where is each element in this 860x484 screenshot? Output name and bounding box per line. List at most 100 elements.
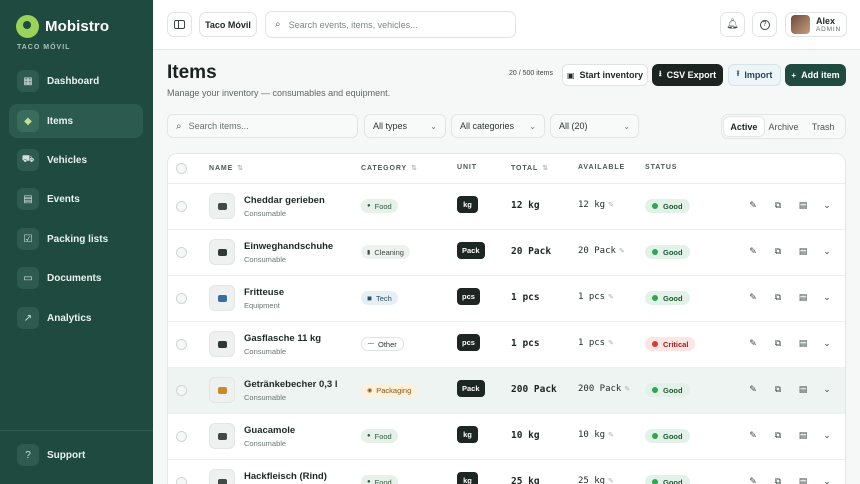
- duplicate-icon[interactable]: ⧉: [772, 337, 784, 349]
- row-checkbox[interactable]: [176, 247, 187, 258]
- column-category[interactable]: CATEGORY ⇅: [361, 164, 418, 172]
- brand[interactable]: Mobistro: [16, 15, 109, 38]
- csv-export-button[interactable]: ⭳ CSV Export: [652, 64, 723, 86]
- available-value[interactable]: 1 pcs ✎: [578, 338, 614, 348]
- status-label: Good: [663, 477, 683, 484]
- item-name[interactable]: Getränkebecher 0,3 l: [244, 379, 337, 390]
- item-thumbnail: [209, 331, 235, 357]
- edit-icon[interactable]: ✎: [747, 429, 759, 441]
- status-badge: Good: [645, 199, 690, 213]
- row-checkbox[interactable]: [176, 385, 187, 396]
- user-menu[interactable]: Alex ADMIN: [785, 12, 847, 37]
- chevron-down-icon[interactable]: ⌄: [821, 245, 833, 257]
- row-checkbox[interactable]: [176, 477, 187, 484]
- chevron-down-icon[interactable]: ⌄: [821, 199, 833, 211]
- chevron-down-icon[interactable]: ⌄: [821, 383, 833, 395]
- row-checkbox[interactable]: [176, 431, 187, 442]
- category-icon: ◼: [367, 295, 372, 302]
- notifications-button[interactable]: 🔔︎: [720, 12, 745, 37]
- table-row[interactable]: Einweghandschuhe Consumable ▮ Cleaning P…: [168, 230, 845, 276]
- archive-icon[interactable]: ▤: [797, 475, 809, 484]
- available-value[interactable]: 1 pcs ✎: [578, 292, 614, 302]
- archive-icon[interactable]: ▤: [797, 199, 809, 211]
- archive-icon[interactable]: ▤: [797, 429, 809, 441]
- category-badge: ▮ Cleaning: [361, 245, 410, 259]
- archive-icon[interactable]: ▤: [797, 383, 809, 395]
- table-row[interactable]: Gasflasche 11 kg Consumable — Other pcs …: [168, 322, 845, 368]
- sidebar-item-vehicles[interactable]: ⛟ Vehicles: [9, 143, 143, 177]
- sidebar-item-items[interactable]: ◆ Items: [9, 104, 143, 138]
- archive-icon[interactable]: ▤: [797, 337, 809, 349]
- status-dot-icon: [652, 479, 658, 484]
- edit-icon[interactable]: ✎: [747, 245, 759, 257]
- unit-badge: pcs: [457, 334, 480, 351]
- chevron-down-icon[interactable]: ⌄: [821, 429, 833, 441]
- items-table: NAME ⇅ CATEGORY ⇅ UNIT TOTAL ⇅ AVAILABLE ST…: [167, 153, 846, 484]
- item-name[interactable]: Gasflasche 11 kg: [244, 333, 321, 344]
- archive-icon[interactable]: ▤: [797, 245, 809, 257]
- duplicate-icon[interactable]: ⧉: [772, 383, 784, 395]
- edit-icon[interactable]: ✎: [747, 337, 759, 349]
- table-row[interactable]: Guacamole Consumable ● Food kg 10 kg 10 …: [168, 414, 845, 460]
- help-button[interactable]: ?: [752, 12, 777, 37]
- select-all-checkbox[interactable]: [176, 163, 187, 174]
- edit-icon[interactable]: ✎: [747, 291, 759, 303]
- row-checkbox[interactable]: [176, 293, 187, 304]
- table-row[interactable]: Hackfleisch (Rind) Consumable ● Food kg …: [168, 460, 845, 484]
- category-filter-select[interactable]: All categories ⌄: [451, 114, 545, 138]
- global-search-input[interactable]: ⌕ Search events, items, vehicles...: [265, 11, 516, 38]
- available-value[interactable]: 12 kg ✎: [578, 200, 614, 210]
- start-inventory-label: Start inventory: [579, 70, 644, 80]
- sidebar-item-packing-lists[interactable]: ☑ Packing lists: [9, 222, 143, 256]
- column-total[interactable]: TOTAL ⇅: [511, 164, 549, 172]
- edit-icon[interactable]: ✎: [747, 475, 759, 484]
- chevron-down-icon[interactable]: ⌄: [821, 337, 833, 349]
- row-checkbox[interactable]: [176, 339, 187, 350]
- item-name[interactable]: Fritteuse: [244, 287, 284, 298]
- available-value[interactable]: 10 kg ✎: [578, 430, 614, 440]
- top-bar: Taco Móvil ⌕ Search events, items, vehic…: [153, 0, 860, 50]
- item-name[interactable]: Hackfleisch (Rind): [244, 471, 327, 482]
- duplicate-icon[interactable]: ⧉: [772, 291, 784, 303]
- category-filter-value: All categories: [460, 121, 515, 131]
- import-button[interactable]: ⭱ Import: [728, 64, 781, 86]
- column-name[interactable]: NAME ⇅: [209, 164, 244, 172]
- add-item-button[interactable]: + Add item: [785, 64, 846, 86]
- tab-trash[interactable]: Trash: [803, 117, 843, 136]
- duplicate-icon[interactable]: ⧉: [772, 475, 784, 484]
- count-filter-select[interactable]: All (20) ⌄: [550, 114, 639, 138]
- tab-active[interactable]: Active: [724, 117, 764, 136]
- item-icon: [217, 202, 227, 210]
- chevron-down-icon[interactable]: ⌄: [821, 291, 833, 303]
- sidebar-item-documents[interactable]: ▭ Documents: [9, 261, 143, 295]
- edit-icon[interactable]: ✎: [747, 199, 759, 211]
- chevron-down-icon: ⌄: [529, 121, 536, 131]
- table-row[interactable]: Cheddar gerieben Consumable ● Food kg 12…: [168, 184, 845, 230]
- table-row[interactable]: Getränkebecher 0,3 l Consumable ◉ Packag…: [168, 368, 845, 414]
- available-value[interactable]: 20 Pack ✎: [578, 246, 625, 256]
- table-row[interactable]: Fritteuse Equipment ◼ Tech pcs 1 pcs 1 p…: [168, 276, 845, 322]
- edit-icon[interactable]: ✎: [747, 383, 759, 395]
- sidebar-item-analytics[interactable]: ↗ Analytics: [9, 301, 143, 335]
- start-inventory-button[interactable]: ▣ Start inventory: [562, 64, 648, 86]
- pencil-icon: ✎: [608, 293, 614, 301]
- sidebar-item-support[interactable]: ? Support: [9, 438, 143, 472]
- available-value[interactable]: 200 Pack ✎: [578, 384, 630, 394]
- available-value[interactable]: 25 kg ✎: [578, 476, 614, 484]
- truck-selector[interactable]: Taco Móvil: [199, 12, 257, 37]
- duplicate-icon[interactable]: ⧉: [772, 429, 784, 441]
- item-search-input[interactable]: ⌕ Search items...: [167, 114, 358, 138]
- sidebar-item-events[interactable]: ▤ Events: [9, 182, 143, 216]
- duplicate-icon[interactable]: ⧉: [772, 245, 784, 257]
- archive-icon[interactable]: ▤: [797, 291, 809, 303]
- duplicate-icon[interactable]: ⧉: [772, 199, 784, 211]
- row-checkbox[interactable]: [176, 201, 187, 212]
- item-name[interactable]: Einweghandschuhe: [244, 241, 333, 252]
- chevron-down-icon[interactable]: ⌄: [821, 475, 833, 484]
- item-name[interactable]: Guacamole: [244, 425, 295, 436]
- sidebar-item-dashboard[interactable]: ▦ Dashboard: [9, 64, 143, 98]
- tab-archive[interactable]: Archive: [764, 117, 804, 136]
- type-filter-select[interactable]: All types ⌄: [364, 114, 446, 138]
- toggle-sidebar-button[interactable]: [167, 12, 192, 37]
- item-name[interactable]: Cheddar gerieben: [244, 195, 325, 206]
